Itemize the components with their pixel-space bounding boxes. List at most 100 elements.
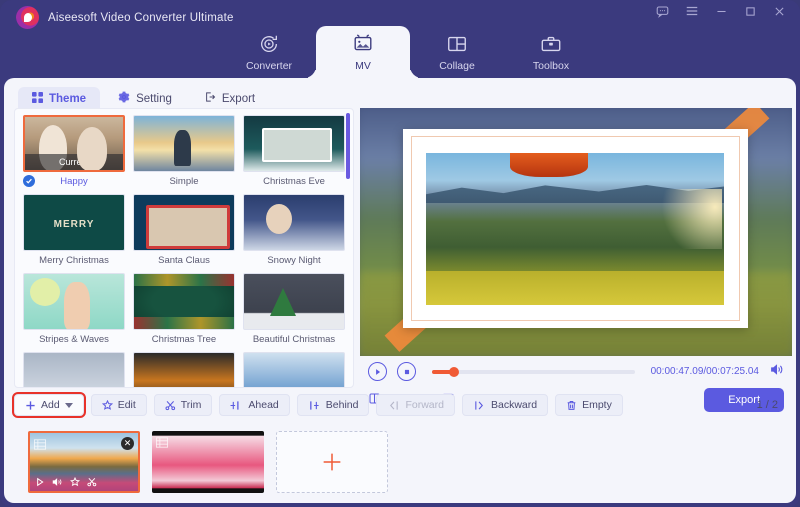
move-forward-icon bbox=[387, 400, 400, 411]
clip-volume-icon[interactable] bbox=[52, 474, 63, 491]
plus-icon bbox=[25, 400, 36, 411]
seek-handle[interactable] bbox=[449, 366, 460, 377]
feedback-icon[interactable] bbox=[656, 5, 669, 18]
clip-thumb-icon-2 bbox=[156, 435, 168, 453]
theme-label: Santa Claus bbox=[158, 255, 210, 266]
theme-thumbnail[interactable] bbox=[243, 194, 345, 251]
subtab-theme-label: Theme bbox=[49, 92, 87, 105]
clip-play-icon[interactable] bbox=[35, 474, 45, 491]
toolbar-button-label: Backward bbox=[490, 399, 538, 411]
export-icon bbox=[204, 91, 216, 106]
theme-label: Beautiful Christmas bbox=[252, 334, 336, 345]
scissors-icon bbox=[165, 400, 176, 411]
theme-item[interactable]: Santa Claus bbox=[133, 194, 235, 267]
toolbar-button-label: Trim bbox=[180, 399, 202, 411]
play-icon[interactable] bbox=[368, 362, 387, 381]
theme-item[interactable] bbox=[243, 352, 345, 387]
preview-photo-cloud bbox=[510, 153, 588, 177]
preview-area[interactable] bbox=[360, 108, 792, 356]
subtab-setting-label: Setting bbox=[136, 92, 172, 105]
preview-photo-sun bbox=[652, 189, 722, 249]
tab-mv[interactable]: MV bbox=[316, 26, 410, 78]
tab-converter-label: Converter bbox=[245, 60, 293, 72]
theme-item[interactable]: Current Happy bbox=[23, 115, 125, 188]
toolbar-button-behind[interactable]: Behind bbox=[296, 394, 370, 416]
app-logo-icon bbox=[16, 6, 39, 29]
clip-trim-icon[interactable] bbox=[87, 474, 97, 491]
stop-icon[interactable] bbox=[397, 362, 416, 381]
close-icon[interactable] bbox=[773, 5, 786, 18]
chevron-down-icon-add[interactable] bbox=[64, 402, 73, 408]
theme-thumbnail[interactable] bbox=[23, 273, 125, 330]
theme-label: Happy bbox=[23, 175, 125, 188]
plus-icon bbox=[323, 453, 341, 471]
theme-thumbnail[interactable] bbox=[243, 273, 345, 330]
theme-item[interactable] bbox=[23, 352, 125, 387]
app-branding: Aiseesoft Video Converter Ultimate bbox=[16, 6, 234, 29]
insert-ahead-icon bbox=[230, 400, 243, 411]
tab-converter[interactable]: Converter bbox=[222, 26, 316, 78]
edit-icon bbox=[101, 399, 113, 411]
theme-item[interactable]: Stripes & Waves bbox=[23, 273, 125, 346]
theme-item[interactable]: Christmas Eve bbox=[243, 115, 345, 188]
storyboard: ✕ bbox=[14, 426, 786, 498]
theme-thumbnail[interactable] bbox=[23, 194, 125, 251]
storyboard-clip-1[interactable]: ✕ bbox=[28, 431, 140, 493]
theme-grid: Current Happy Simple Christmas Eve Merry Chr… bbox=[15, 109, 353, 387]
subtab-theme[interactable]: Theme bbox=[18, 86, 101, 111]
theme-scrollbar[interactable] bbox=[346, 113, 350, 179]
toolbar-button-ahead[interactable]: Ahead bbox=[219, 394, 290, 416]
clip-tools-1 bbox=[30, 475, 138, 491]
tab-toolbox[interactable]: Toolbox bbox=[504, 26, 598, 78]
theme-item[interactable]: Snowy Night bbox=[243, 194, 345, 267]
tab-collage[interactable]: Collage bbox=[410, 26, 504, 78]
mv-icon bbox=[352, 32, 374, 56]
toolbar-button-label: Add bbox=[41, 399, 60, 411]
toolbar-button-edit[interactable]: Edit bbox=[90, 394, 147, 416]
clip-edit-icon[interactable] bbox=[69, 474, 81, 491]
seek-bar[interactable] bbox=[432, 366, 635, 377]
collage-icon bbox=[446, 32, 468, 56]
converter-icon bbox=[258, 32, 280, 56]
theme-thumbnail[interactable] bbox=[133, 194, 235, 251]
toolbar-button-backward[interactable]: Backward bbox=[461, 394, 549, 416]
toolbar-button-label: Behind bbox=[325, 399, 359, 411]
add-clip-slot[interactable] bbox=[276, 431, 388, 493]
theme-panel: Current Happy Simple Christmas Eve Merry Chr… bbox=[14, 108, 354, 388]
theme-item[interactable]: Christmas Tree bbox=[133, 273, 235, 346]
theme-thumbnail[interactable] bbox=[23, 352, 125, 387]
theme-thumbnail[interactable]: Current bbox=[23, 115, 125, 172]
toolbar-button-trim[interactable]: Trim bbox=[153, 394, 213, 416]
menu-icon[interactable] bbox=[685, 4, 699, 18]
clip-thumb-icon-1 bbox=[34, 437, 46, 455]
window-controls bbox=[656, 4, 786, 18]
theme-thumbnail[interactable] bbox=[133, 115, 235, 172]
theme-item[interactable]: Merry Christmas bbox=[23, 194, 125, 267]
toolbox-icon bbox=[540, 32, 562, 56]
toolbar-button-add[interactable]: Add bbox=[12, 392, 86, 418]
maximize-icon[interactable] bbox=[744, 5, 757, 18]
move-backward-icon bbox=[473, 400, 486, 411]
minimize-icon[interactable] bbox=[715, 5, 728, 18]
tab-mv-label: MV bbox=[355, 60, 371, 72]
theme-thumbnail[interactable] bbox=[133, 273, 235, 330]
theme-thumbnail[interactable] bbox=[133, 352, 235, 387]
toolbar-button-label: Forward bbox=[405, 399, 444, 411]
toolbar-button-label: Ahead bbox=[248, 399, 279, 411]
preview-photo-field bbox=[426, 271, 724, 305]
main-tab-bar: Converter MV Collage Toolbox bbox=[222, 26, 598, 78]
volume-icon[interactable] bbox=[769, 363, 784, 381]
toolbar-button-label: Empty bbox=[582, 399, 612, 411]
theme-thumbnail[interactable] bbox=[243, 352, 345, 387]
storyboard-clip-2[interactable] bbox=[152, 431, 264, 493]
theme-item[interactable]: Beautiful Christmas bbox=[243, 273, 345, 346]
clip-remove-icon-1[interactable]: ✕ bbox=[121, 437, 134, 450]
theme-item[interactable] bbox=[133, 352, 235, 387]
preview-frame bbox=[403, 129, 748, 328]
theme-selected-check-icon bbox=[23, 175, 35, 187]
toolbar-button-empty[interactable]: Empty bbox=[555, 394, 623, 416]
page-indicator: 1 / 2 bbox=[756, 399, 778, 411]
content-area: Theme Setting Export Current Happy Simpl… bbox=[4, 78, 796, 503]
theme-item[interactable]: Simple bbox=[133, 115, 235, 188]
theme-thumbnail[interactable] bbox=[243, 115, 345, 172]
